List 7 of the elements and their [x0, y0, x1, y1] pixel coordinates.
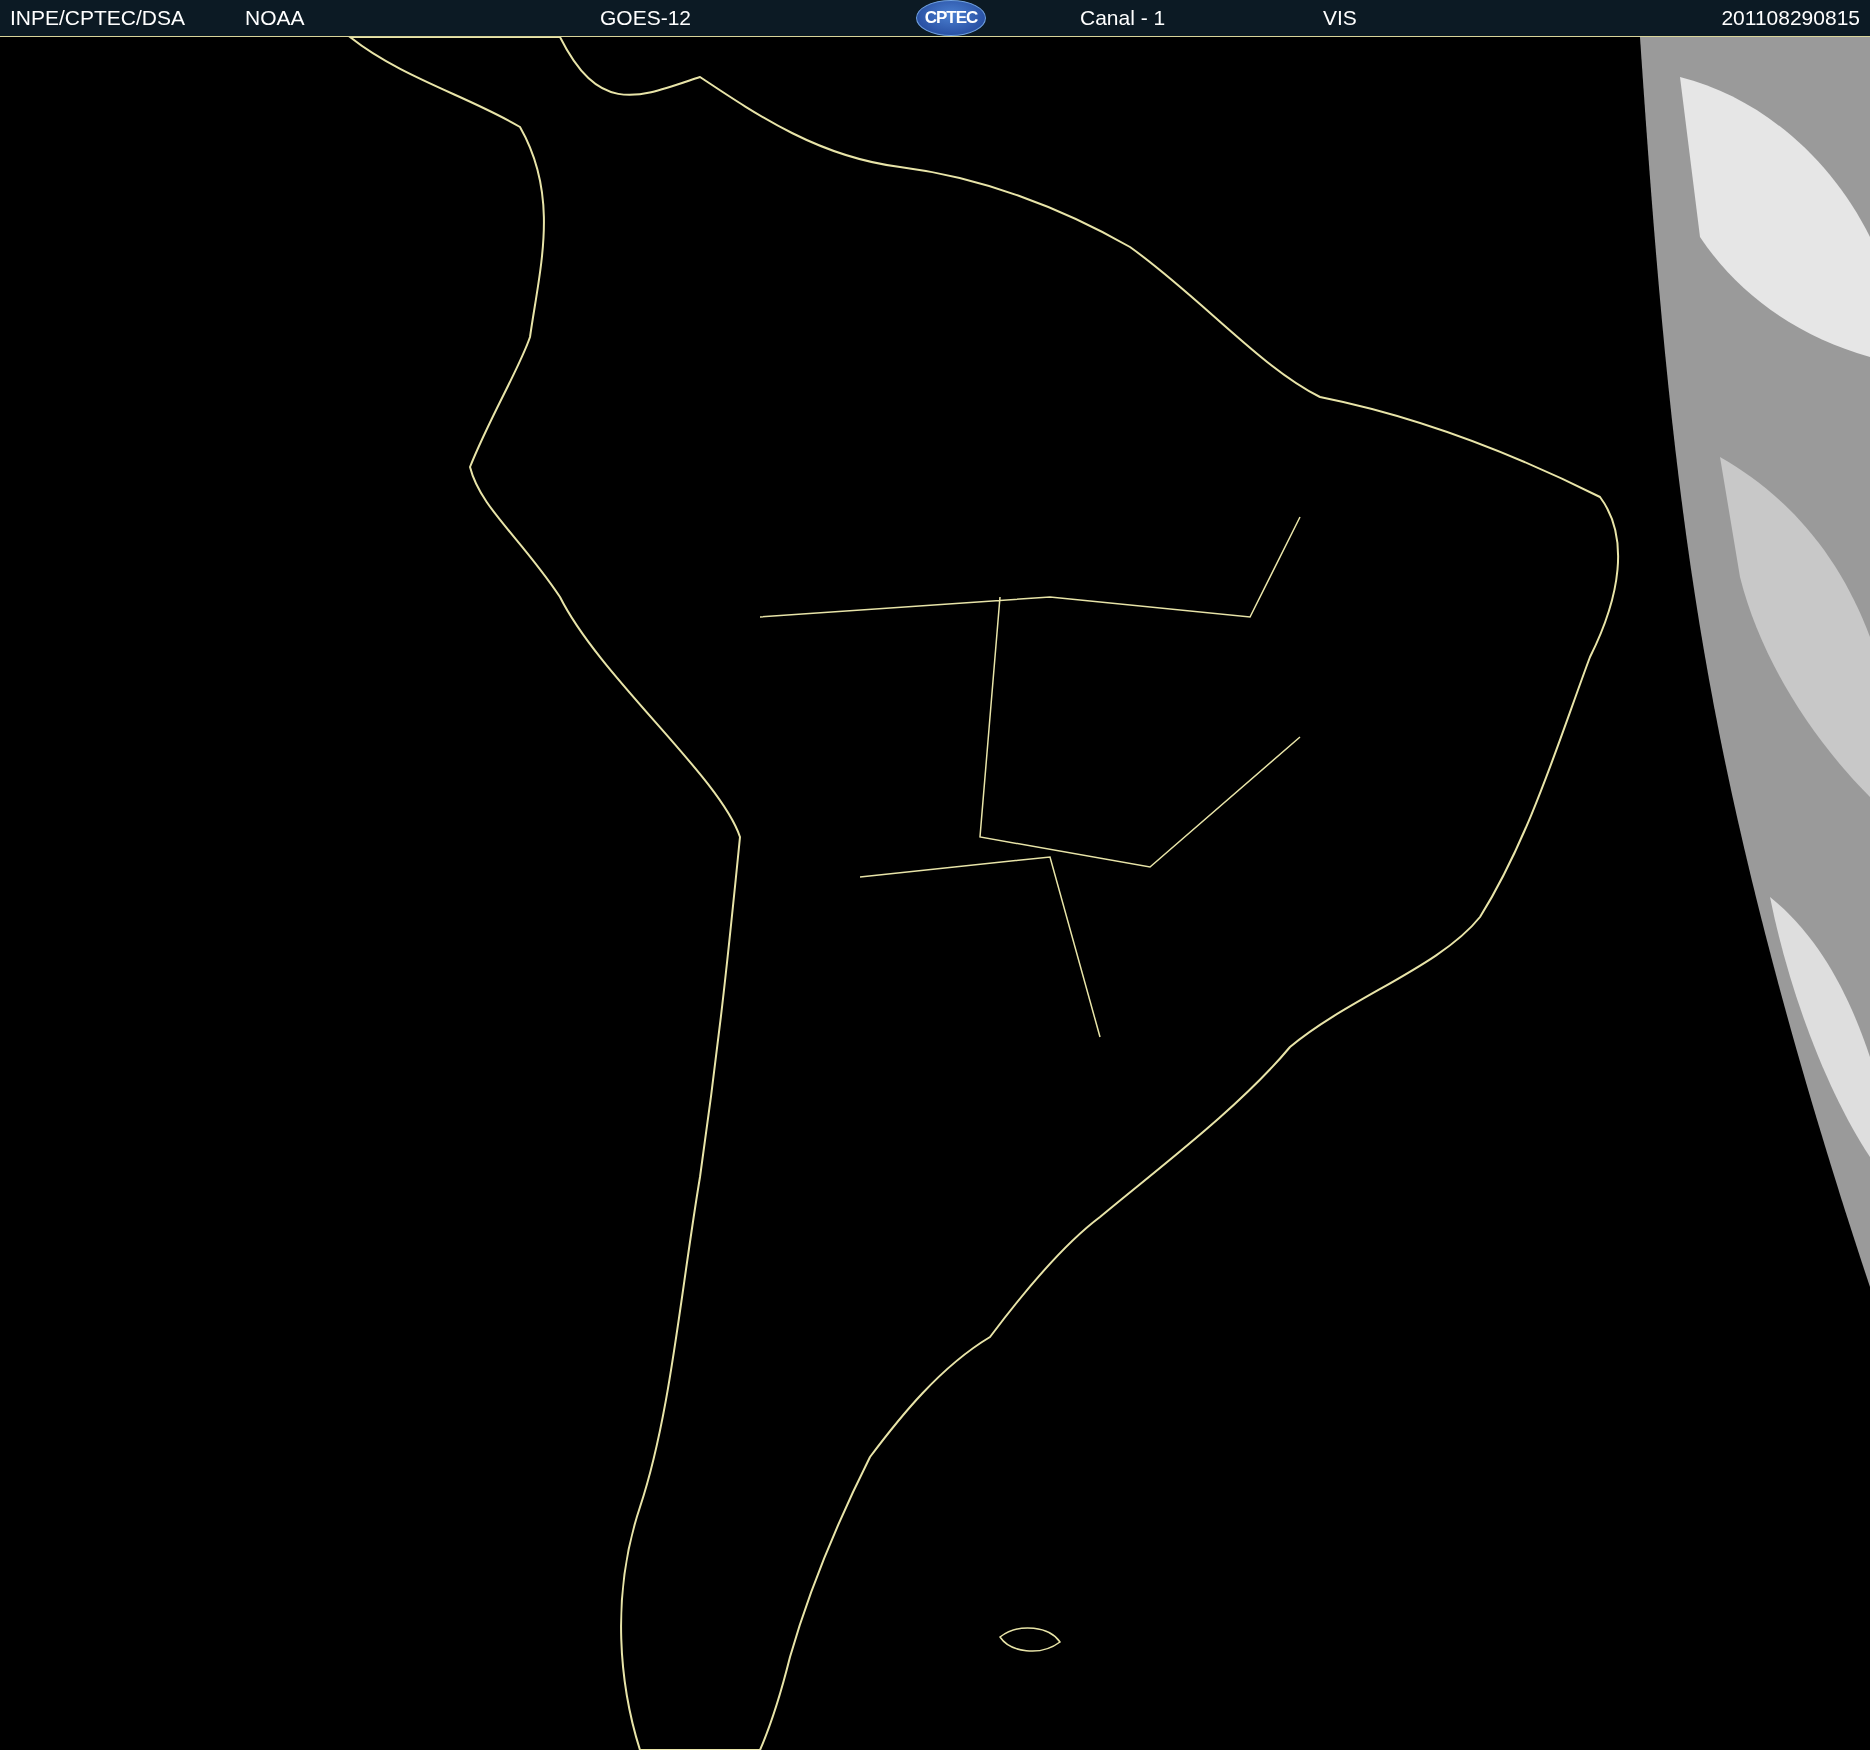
logo: CPTEC: [916, 0, 986, 36]
header-label: GOES-12: [600, 6, 692, 30]
header-label: NOAA: [245, 6, 305, 30]
header-label: INPE/CPTEC/DSA: [10, 6, 186, 30]
header-label: 201108290815: [1721, 6, 1860, 30]
header-label: VIS: [1323, 6, 1357, 30]
header-label: Canal - 1: [1080, 6, 1166, 30]
